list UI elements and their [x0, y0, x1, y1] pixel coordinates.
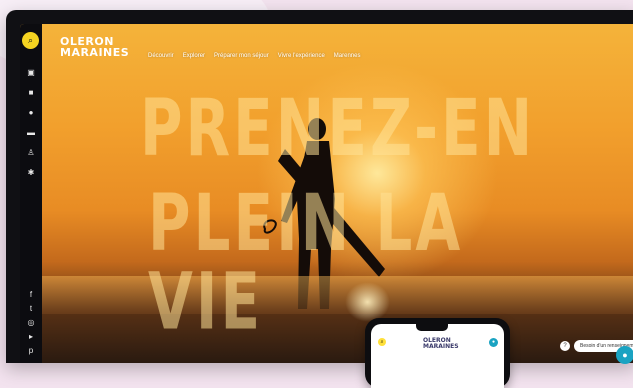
search-icon[interactable]: ⌕: [378, 338, 386, 346]
pin-icon[interactable]: ●: [26, 108, 36, 118]
twitter-icon[interactable]: t: [26, 304, 36, 314]
nav-item-explorer[interactable]: Explorer: [183, 53, 205, 59]
main-navigation: Découvrir Explorer Préparer mon séjour V…: [148, 53, 360, 59]
pinterest-icon[interactable]: p: [26, 346, 36, 356]
help-circle-icon[interactable]: ?: [560, 341, 570, 351]
chat-bubble-icon[interactable]: ●: [489, 338, 498, 347]
website-screen: PRENEZ-EN PLEIN LA VIE ⌕ ▣ ■ ● ▬ ♙ ✱ f t…: [20, 24, 633, 363]
map-icon[interactable]: ▣: [26, 68, 36, 78]
mobile-phone-mockup: ⌕ OLERON MARAINES ●: [365, 318, 510, 388]
nav-item-vivre[interactable]: Vivre l'expérience: [278, 53, 325, 59]
logo-line2: MARAINES: [60, 46, 130, 59]
instagram-icon[interactable]: ◎: [26, 318, 36, 328]
phone-logo: OLERON MARAINES: [423, 338, 459, 350]
youtube-icon[interactable]: ▸: [26, 332, 36, 342]
phone-notch: [416, 324, 448, 331]
desktop-monitor: PRENEZ-EN PLEIN LA VIE ⌕ ▣ ■ ● ▬ ♙ ✱ f t…: [6, 10, 633, 364]
walk-icon[interactable]: ♙: [26, 148, 36, 158]
phone-logo-line2: MARAINES: [423, 343, 459, 350]
hero-title-line2: PLEIN LA VIE: [148, 177, 464, 348]
nav-item-preparer[interactable]: Préparer mon séjour: [214, 53, 269, 59]
sidebar: ⌕ ▣ ■ ● ▬ ♙ ✱ f t ◎ ▸ p: [20, 24, 42, 363]
search-icon[interactable]: ⌕: [22, 32, 39, 49]
bed-icon[interactable]: ▬: [26, 128, 36, 138]
hero-title-line1: PRENEZ-EN: [140, 82, 536, 175]
facebook-icon[interactable]: f: [26, 290, 36, 300]
site-logo[interactable]: OLERON MARAINES: [60, 36, 129, 58]
camera-icon[interactable]: ■: [26, 88, 36, 98]
nav-item-decouvrir[interactable]: Découvrir: [148, 53, 174, 59]
phone-screen: ⌕ OLERON MARAINES ●: [371, 324, 504, 388]
nav-item-marennes[interactable]: Marennes: [334, 53, 361, 59]
star-icon[interactable]: ✱: [26, 168, 36, 178]
chat-bubble-icon[interactable]: ●: [616, 346, 633, 364]
